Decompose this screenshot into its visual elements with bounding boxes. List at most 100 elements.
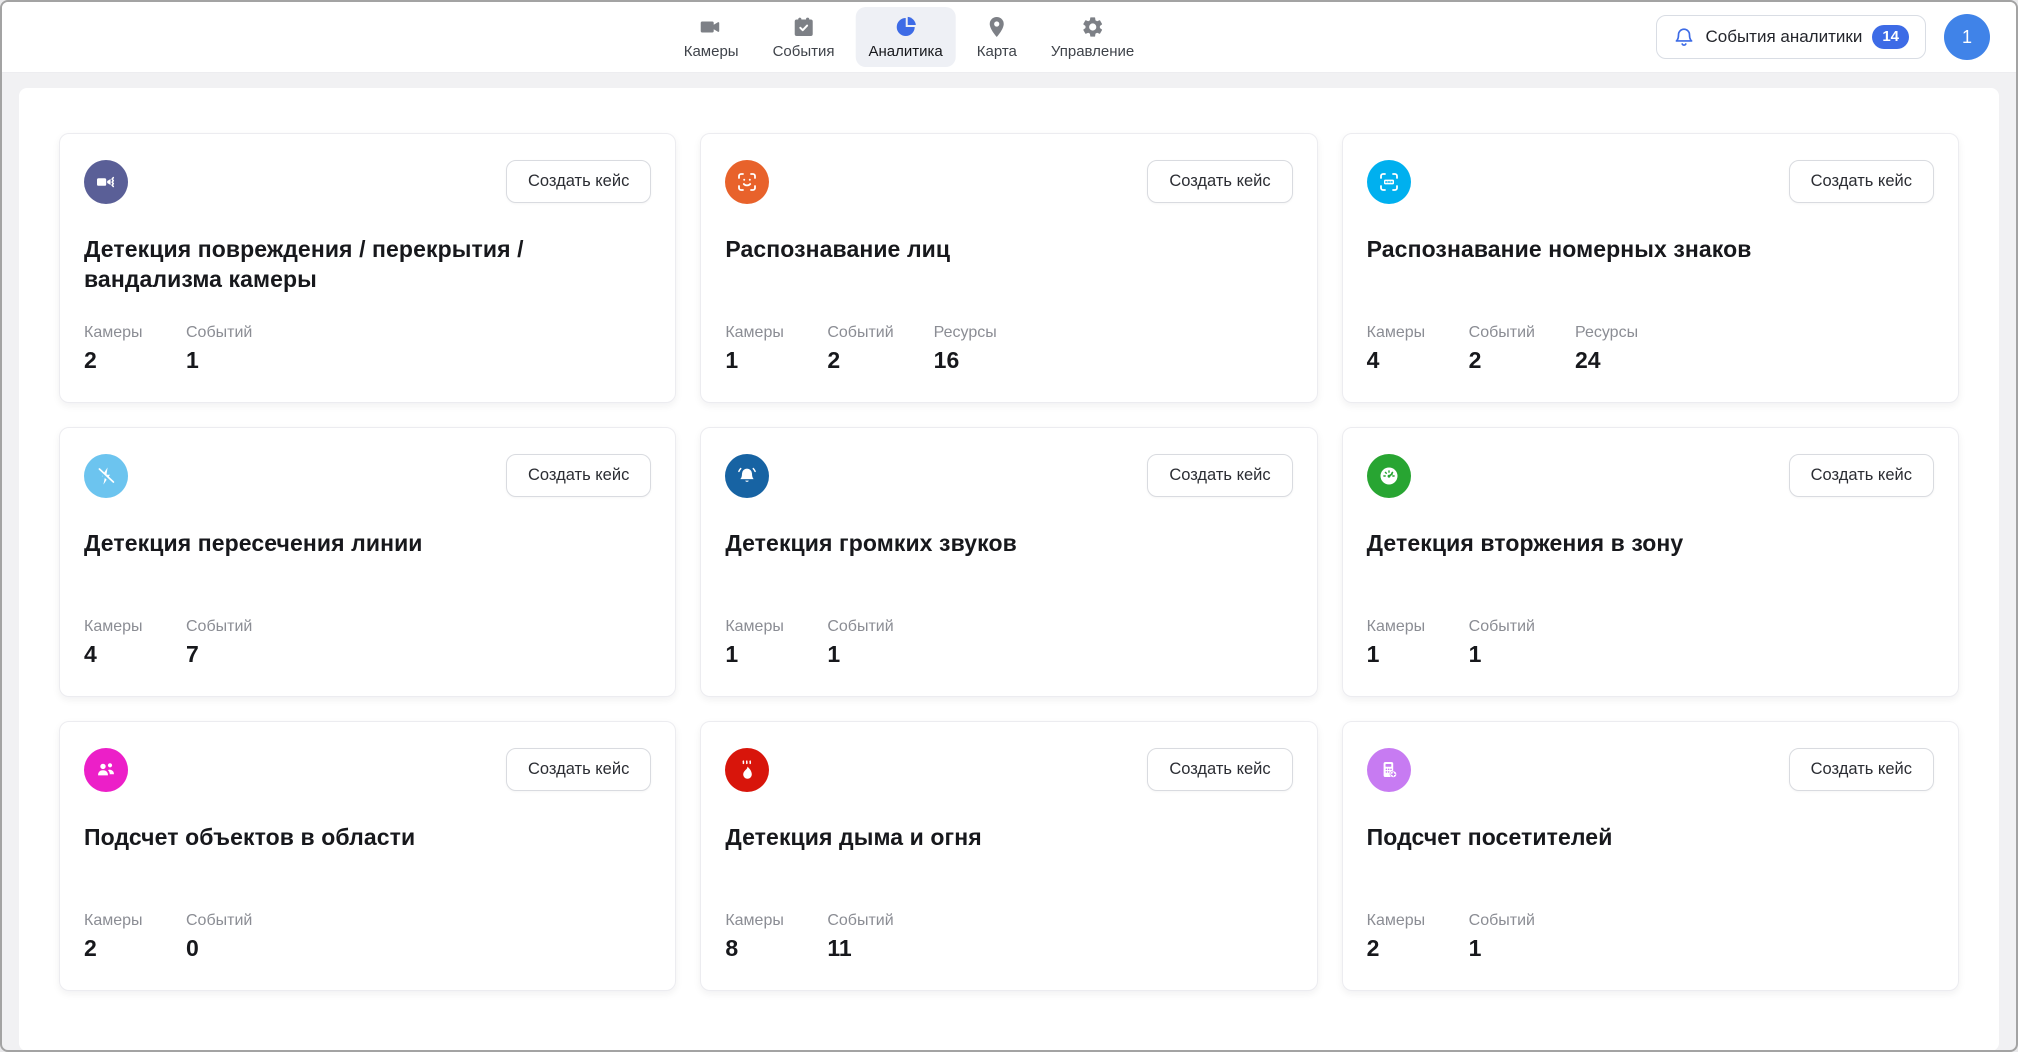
- tab-events[interactable]: События: [760, 7, 848, 67]
- card-title: Распознавание лиц: [725, 234, 1245, 264]
- card-header-row: Создать кейс: [725, 160, 1292, 204]
- tab-management[interactable]: Управление: [1038, 7, 1147, 67]
- stat-камеры: Камеры 2: [84, 324, 146, 374]
- events-icon: [791, 14, 817, 40]
- tab-map[interactable]: Карта: [964, 7, 1030, 67]
- events-count-badge: 14: [1872, 25, 1909, 49]
- stat-ресурсы: Ресурсы 16: [934, 324, 997, 374]
- analytics-card: Создать кейс Детекция вторжения в зону К…: [1342, 427, 1959, 697]
- line-crossing-icon: [84, 454, 128, 498]
- create-case-button[interactable]: Создать кейс: [1147, 454, 1292, 497]
- stat-value: 4: [1367, 347, 1429, 374]
- stat-label: Камеры: [725, 618, 787, 636]
- stat-label: Событий: [1469, 618, 1535, 636]
- card-header-row: Создать кейс: [1367, 748, 1934, 792]
- analytics-card: Создать кейс Детекция громких звуков Кам…: [700, 427, 1317, 697]
- analytics-events-button[interactable]: События аналитики 14: [1656, 15, 1926, 59]
- stat-событий: Событий11: [827, 912, 893, 962]
- create-case-button[interactable]: Создать кейс: [1789, 454, 1934, 497]
- card-title: Распознавание номерных знаков: [1367, 234, 1887, 264]
- stat-label: Камеры: [84, 618, 146, 636]
- stat-value: 2: [84, 347, 146, 374]
- analytics-events-label: События аналитики: [1705, 27, 1862, 47]
- card-stats: Камеры1Событий1: [1367, 618, 1934, 668]
- stat-событий: Событий0: [186, 912, 252, 962]
- create-case-button[interactable]: Создать кейс: [1147, 160, 1292, 203]
- stat-камеры: Камеры 4: [1367, 324, 1429, 374]
- stat-value: 0: [186, 935, 252, 962]
- stat-камеры: Камеры1: [725, 324, 787, 374]
- stat-label: Камеры: [725, 912, 787, 930]
- zone-intrusion-icon: [1367, 454, 1411, 498]
- stat-value: 1: [1469, 641, 1535, 668]
- stat-value: 24: [1575, 347, 1638, 374]
- stat-label: Камеры: [1367, 912, 1429, 930]
- stat-label: Событий: [1469, 912, 1535, 930]
- stat-событий: Событий 1: [1469, 912, 1535, 962]
- cameras-icon: [698, 14, 724, 40]
- card-title: Подсчет посетителей: [1367, 822, 1887, 852]
- stat-ресурсы: Ресурсы 24: [1575, 324, 1638, 374]
- stat-value: 1: [186, 347, 252, 374]
- stat-событий: Событий 1: [1469, 618, 1535, 668]
- create-case-button[interactable]: Создать кейс: [506, 748, 651, 791]
- card-header-row: Создать кейс: [84, 454, 651, 498]
- bell-icon: [1673, 26, 1695, 48]
- stat-value: 16: [934, 347, 997, 374]
- analytics-icon: [893, 14, 919, 40]
- card-header-row: Создать кейс: [1367, 160, 1934, 204]
- stat-value: 2: [827, 347, 893, 374]
- stat-событий: Событий1: [186, 324, 252, 374]
- stat-камеры: Камеры4: [84, 618, 146, 668]
- stat-value: 1: [725, 641, 787, 668]
- card-title: Детекция громких звуков: [725, 528, 1245, 558]
- nav-tabs: Камеры События Аналитика Карта Управлени…: [671, 2, 1148, 72]
- user-avatar[interactable]: 1: [1944, 14, 1990, 60]
- stat-label: Ресурсы: [934, 324, 997, 342]
- create-case-button[interactable]: Создать кейс: [506, 160, 651, 203]
- stat-value: 2: [1367, 935, 1429, 962]
- card-stats: Камеры 2 Событий1: [84, 324, 651, 374]
- analytics-card: Создать кейс Детекция пересечения линии …: [59, 427, 676, 697]
- card-stats: Камеры1Событий1: [725, 618, 1292, 668]
- management-icon: [1080, 14, 1106, 40]
- analytics-card: Создать кейс Распознавание номерных знак…: [1342, 133, 1959, 403]
- stat-value: 1: [1367, 641, 1429, 668]
- stat-label: Событий: [186, 618, 252, 636]
- create-case-button[interactable]: Создать кейс: [1789, 748, 1934, 791]
- visitor-counting-icon: [1367, 748, 1411, 792]
- stat-label: Камеры: [84, 324, 146, 342]
- create-case-button[interactable]: Создать кейс: [1147, 748, 1292, 791]
- stat-камеры: Камеры2: [84, 912, 146, 962]
- stat-камеры: Камеры 1: [725, 618, 787, 668]
- stat-value: 2: [84, 935, 146, 962]
- stat-камеры: Камеры 2: [1367, 912, 1429, 962]
- cards-grid: Создать кейс Детекция повреждения / пере…: [59, 133, 1959, 991]
- stat-label: Камеры: [1367, 324, 1429, 342]
- stat-value: 1: [1469, 935, 1535, 962]
- card-stats: Камеры 4 Событий 2 Ресурсы 24: [1367, 324, 1934, 374]
- tab-analytics[interactable]: Аналитика: [856, 7, 956, 67]
- card-header-row: Создать кейс: [725, 748, 1292, 792]
- card-title: Детекция вторжения в зону: [1367, 528, 1887, 558]
- card-title: Детекция дыма и огня: [725, 822, 1245, 852]
- analytics-card: Создать кейс Распознавание лиц Камеры1 Со…: [700, 133, 1317, 403]
- analytics-card: Создать кейс Детекция дыма и огня Камеры…: [700, 721, 1317, 991]
- topbar-right-controls: События аналитики 14 1: [1656, 2, 1990, 72]
- stat-label: Ресурсы: [1575, 324, 1638, 342]
- tab-cameras[interactable]: Камеры: [671, 7, 752, 67]
- analytics-card: Создать кейс Детекция повреждения / пере…: [59, 133, 676, 403]
- create-case-button[interactable]: Создать кейс: [1789, 160, 1934, 203]
- card-stats: Камеры 2 Событий 1: [1367, 912, 1934, 962]
- app-window: Камеры События Аналитика Карта Управлени…: [0, 0, 2018, 1052]
- stat-label: Событий: [827, 324, 893, 342]
- card-header-row: Создать кейс: [725, 454, 1292, 498]
- stat-label: Событий: [1469, 324, 1535, 342]
- card-title: Подсчет объектов в области: [84, 822, 604, 852]
- stat-value: 11: [827, 935, 893, 962]
- stat-value: 8: [725, 935, 787, 962]
- stat-value: 2: [1469, 347, 1535, 374]
- analytics-panel: Создать кейс Детекция повреждения / пере…: [19, 88, 1999, 1051]
- create-case-button[interactable]: Создать кейс: [506, 454, 651, 497]
- object-counting-icon: [84, 748, 128, 792]
